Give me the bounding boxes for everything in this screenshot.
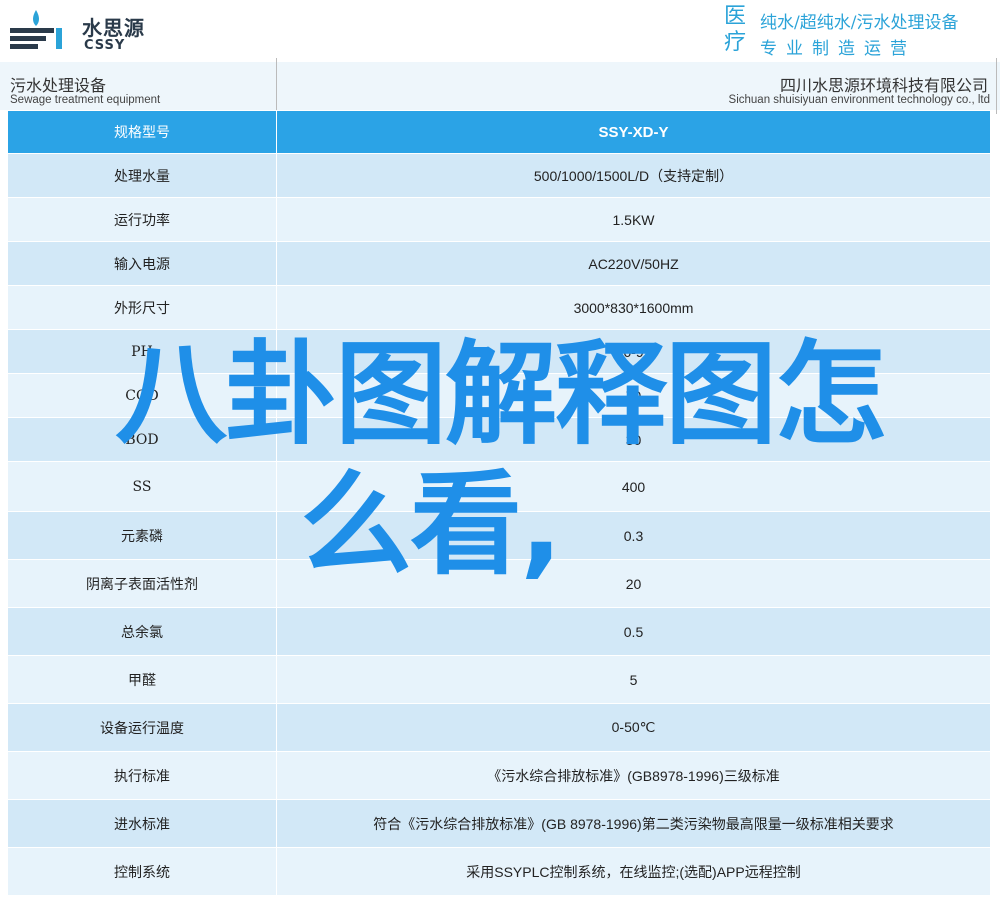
row-value: 3000*830*1600mm [276, 285, 991, 330]
table-row: 总余氯 0.5 [7, 607, 991, 656]
company-name-en: Sichuan shuisiyuan environment technolog… [728, 94, 990, 106]
slogan-vertical: 医 疗 [724, 4, 752, 56]
row-key: COD [7, 373, 277, 418]
table-row: 控制系统 采用SSYPLC控制系统，在线监控;(选配)APP远程控制 [7, 847, 991, 896]
row-key: 处理水量 [7, 153, 277, 198]
row-key: 控制系统 [7, 847, 277, 896]
table-row: 运行功率 1.5KW [7, 197, 991, 242]
table-row: SS 400 [7, 461, 991, 512]
product-category-en: Sewage treatment equipment [10, 94, 161, 106]
spec-table: 规格型号 SSY-XD-Y 处理水量 500/1000/1500L/D（支持定制… [7, 110, 991, 896]
product-category-cn: 污水处理设备 [10, 76, 107, 95]
table-row: 阴离子表面活性剂 20 [7, 559, 991, 608]
row-key: 执行标准 [7, 751, 277, 800]
row-key: PH [7, 329, 277, 374]
row-value: AC220V/50HZ [276, 241, 991, 286]
table-row: 外形尺寸 3000*830*1600mm [7, 285, 991, 330]
table-row: 元素磷 0.3 [7, 511, 991, 560]
row-value: 20 [276, 559, 991, 608]
row-value: 6-9 [276, 329, 991, 374]
row-key: 总余氯 [7, 607, 277, 656]
table-row: 甲醛 5 [7, 655, 991, 704]
table-row: 进水标准 符合《污水综合排放标准》(GB 8978-1996)第二类污染物最高限… [7, 799, 991, 848]
table-row: 处理水量 500/1000/1500L/D（支持定制） [7, 153, 991, 198]
row-value: 1.5KW [276, 197, 991, 242]
row-value: 0-50℃ [276, 703, 991, 752]
table-row: 输入电源 AC220V/50HZ [7, 241, 991, 286]
row-key: 设备运行温度 [7, 703, 277, 752]
row-key: 甲醛 [7, 655, 277, 704]
row-value: 采用SSYPLC控制系统，在线监控;(选配)APP远程控制 [276, 847, 991, 896]
row-key: 阴离子表面活性剂 [7, 559, 277, 608]
table-row: BOD 30 [7, 417, 991, 462]
row-key: 输入电源 [7, 241, 277, 286]
table-row: 执行标准 《污水综合排放标准》(GB8978-1996)三级标准 [7, 751, 991, 800]
logo-mark-icon [10, 10, 62, 49]
row-key: 运行功率 [7, 197, 277, 242]
row-value: 70 [276, 373, 991, 418]
row-key: BOD [7, 417, 277, 462]
table-header-value: SSY-XD-Y [276, 110, 991, 154]
row-key: 元素磷 [7, 511, 277, 560]
row-value: 0.3 [276, 511, 991, 560]
row-value: 0.5 [276, 607, 991, 656]
slogan-line-1: 纯水/超纯水/污水处理设备 [760, 13, 959, 33]
row-key: 外形尺寸 [7, 285, 277, 330]
row-key: SS [7, 461, 277, 512]
row-value: 400 [276, 461, 991, 512]
page-header: 水思源 CSSY 医 疗 纯水/超纯水/污水处理设备 专业制造运营 [0, 0, 1000, 60]
brand-slogan: 医 疗 纯水/超纯水/污水处理设备 专业制造运营 [724, 4, 1000, 59]
row-value: 5 [276, 655, 991, 704]
slogan-line-2: 专业制造运营 [760, 39, 916, 59]
table-row: PH 6-9 [7, 329, 991, 374]
brand-logo[interactable]: 水思源 CSSY [6, 4, 146, 56]
row-key: 进水标准 [7, 799, 277, 848]
row-value: 500/1000/1500L/D（支持定制） [276, 153, 991, 198]
subheader-divider-right [996, 58, 997, 114]
brand-name-en: CSSY [84, 38, 126, 53]
table-header-row: 规格型号 SSY-XD-Y [7, 110, 991, 154]
table-row: 设备运行温度 0-50℃ [7, 703, 991, 752]
subheader-divider-left [276, 58, 277, 114]
row-value: 符合《污水综合排放标准》(GB 8978-1996)第二类污染物最高限量一级标准… [276, 799, 991, 848]
section-subheader: 污水处理设备 Sewage treatment equipment 四川水思源环… [0, 62, 1000, 110]
table-row: COD 70 [7, 373, 991, 418]
slogan-char-2: 疗 [724, 30, 747, 55]
row-value: 30 [276, 417, 991, 462]
company-name-cn: 四川水思源环境科技有限公司 [779, 76, 988, 95]
table-header-key: 规格型号 [7, 110, 277, 154]
brand-name-cn: 水思源 [82, 16, 145, 40]
slogan-char-1: 医 [724, 4, 747, 29]
row-value: 《污水综合排放标准》(GB8978-1996)三级标准 [276, 751, 991, 800]
